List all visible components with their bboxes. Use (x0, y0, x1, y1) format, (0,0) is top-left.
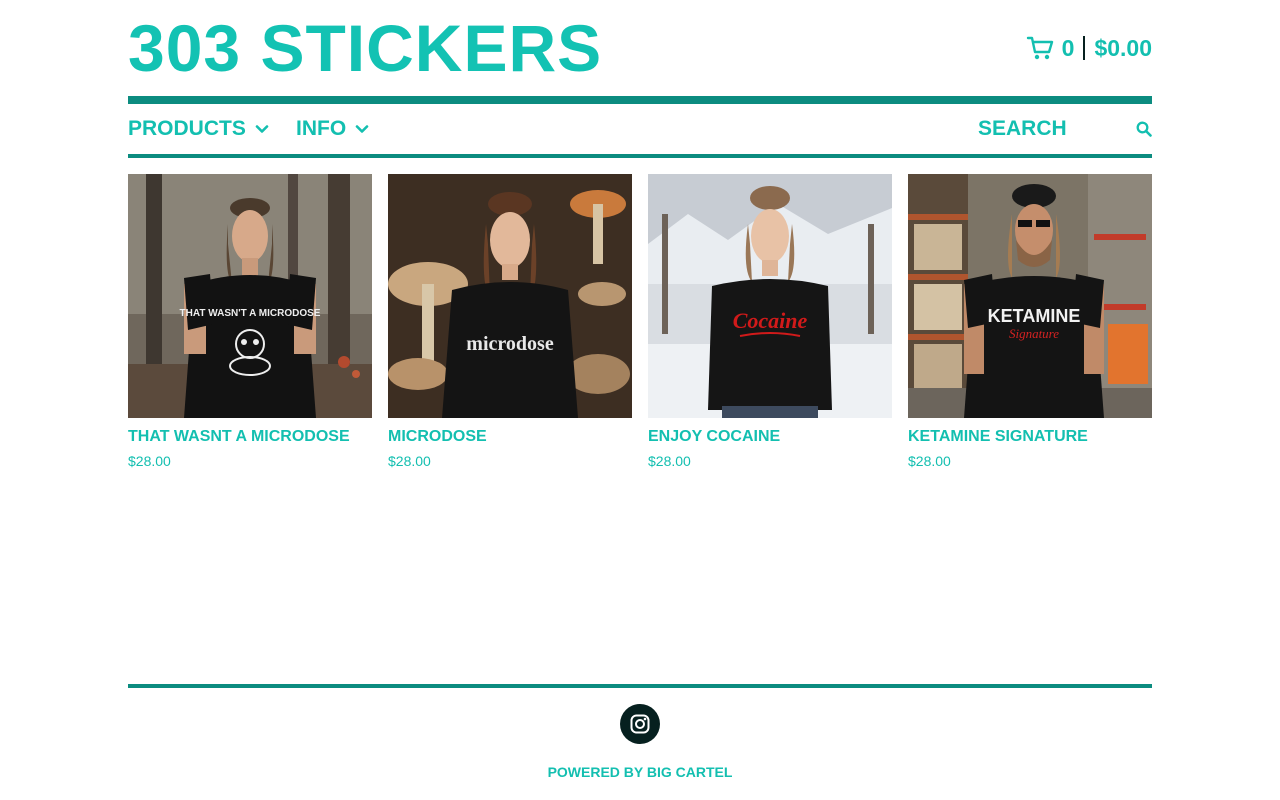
product-card[interactable]: Cocaine ENJOY COCAINE $28.00 (648, 174, 892, 474)
nav-products-label: PRODUCTS (128, 117, 246, 140)
instagram-icon (630, 714, 650, 734)
product-image[interactable]: Cocaine (648, 174, 892, 418)
product-name[interactable]: KETAMINE SIGNATURE (908, 428, 1152, 446)
main-nav: PRODUCTS INFO (128, 104, 1152, 154)
product-name[interactable]: ENJOY COCAINE (648, 428, 892, 446)
product-card[interactable]: microdose MICRODOSE $28.00 (388, 174, 632, 474)
product-name[interactable]: MICRODOSE (388, 428, 632, 446)
search-icon[interactable] (1136, 121, 1152, 137)
nav-rule (128, 154, 1152, 158)
search-input[interactable] (978, 117, 1128, 141)
shirt-print-text: Cocaine (733, 308, 808, 333)
product-price: $28.00 (648, 453, 691, 469)
product-price: $28.00 (388, 453, 431, 469)
cart-total: $0.00 (1094, 34, 1152, 61)
footer-rule (128, 684, 1152, 688)
nav-info[interactable]: INFO (296, 116, 369, 142)
product-card[interactable]: KETAMINE Signature KETAMINE SIGNATURE $2… (908, 174, 1152, 474)
product-card[interactable]: THAT WASN'T A MICRODOSE THAT WASNT A MIC… (128, 174, 372, 474)
chevron-down-icon (355, 125, 369, 133)
cart-divider (1083, 36, 1086, 60)
instagram-link[interactable] (620, 704, 660, 744)
shirt-print-text: microdose (466, 333, 554, 355)
product-image[interactable]: THAT WASN'T A MICRODOSE (128, 174, 372, 418)
powered-by-link[interactable]: POWERED BY BIG CARTEL (0, 764, 1280, 780)
cart-summary[interactable]: 0 $0.00 (1026, 32, 1152, 64)
shirt-print-text: KETAMINE (988, 306, 1081, 326)
chevron-down-icon (255, 125, 269, 133)
header-rule (128, 96, 1152, 104)
product-image[interactable]: microdose (388, 174, 632, 418)
store-title[interactable]: 303 STICKERS (128, 10, 602, 86)
product-image[interactable]: KETAMINE Signature (908, 174, 1152, 418)
shopping-cart-icon (1026, 36, 1053, 60)
product-grid: THAT WASN'T A MICRODOSE THAT WASNT A MIC… (128, 174, 1152, 474)
product-price: $28.00 (908, 453, 951, 469)
site-header: 303 STICKERS 0 $0.00 (128, 0, 1152, 96)
nav-info-label: INFO (296, 117, 347, 140)
nav-products[interactable]: PRODUCTS (128, 116, 269, 142)
shirt-print-text: THAT WASN'T A MICRODOSE (180, 308, 321, 319)
cart-count: 0 (1061, 34, 1075, 61)
product-name[interactable]: THAT WASNT A MICRODOSE (128, 428, 372, 446)
product-price: $28.00 (128, 453, 171, 469)
shirt-print-subtext: Signature (1009, 326, 1059, 341)
search-bar (978, 116, 1152, 142)
